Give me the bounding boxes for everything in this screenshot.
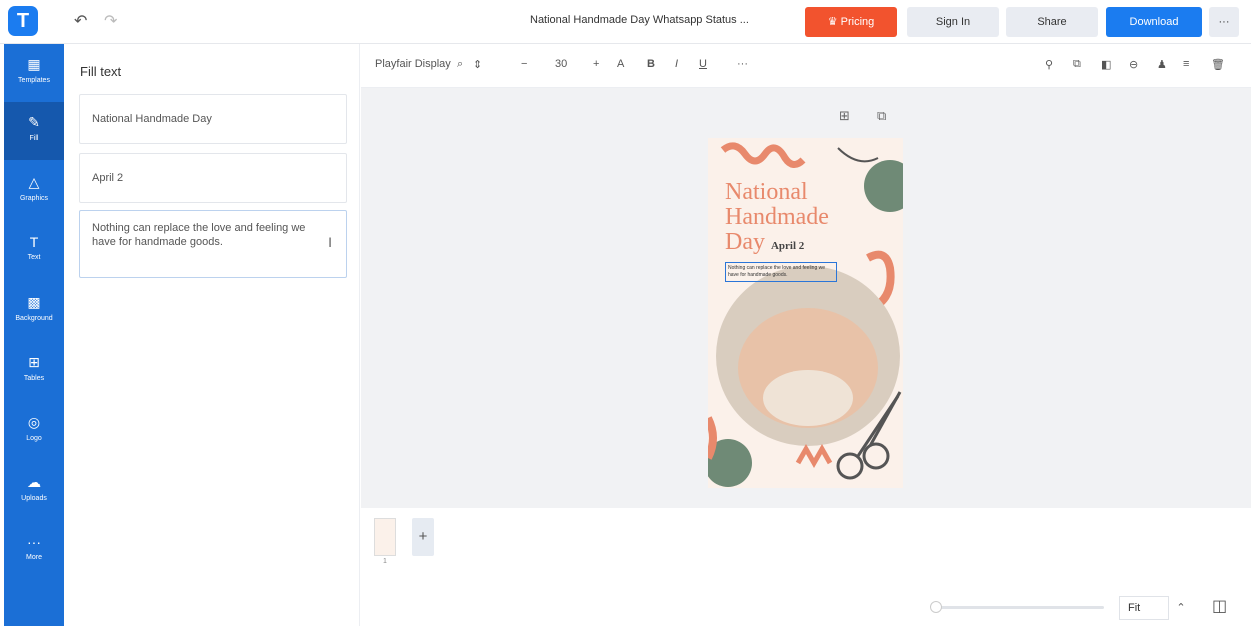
pricing-button[interactable]: ♛ Pricing bbox=[805, 7, 897, 37]
sidebar-item-fill[interactable]: ✎ Fill bbox=[4, 102, 64, 160]
font-size-input[interactable]: 30 bbox=[555, 58, 567, 70]
more-options-button[interactable]: ··· bbox=[1209, 7, 1239, 37]
table-icon: ⊞ bbox=[28, 354, 40, 370]
text-field-date[interactable]: April 2 bbox=[79, 153, 347, 203]
text-field-body-value: Nothing can replace the love and feeling… bbox=[92, 222, 306, 249]
grid-icon[interactable]: ⊞ bbox=[839, 108, 850, 124]
document-title[interactable]: National Handmade Day Whatsapp Status ..… bbox=[530, 14, 780, 26]
copy-icon[interactable]: ⧉ bbox=[1073, 58, 1081, 71]
text-cursor-icon: I bbox=[328, 234, 332, 250]
download-button[interactable]: Download bbox=[1106, 7, 1202, 37]
background-icon: ▩ bbox=[27, 294, 41, 310]
sidebar-item-templates[interactable]: ▦ Templates bbox=[4, 44, 64, 102]
zoom-slider-handle[interactable] bbox=[930, 601, 942, 613]
shapes-icon: △ bbox=[28, 174, 40, 190]
logo-icon: ◎ bbox=[27, 414, 41, 430]
text-toolbar: Playfair Display ⌕ ⇕ − 30 + A B I U ··· … bbox=[361, 44, 1251, 88]
canvas-area: ⊞ ⧉ National Handmade Day April 2 Nothin… bbox=[361, 88, 1251, 508]
panel-title: Fill text bbox=[80, 64, 122, 79]
fill-text-panel: Fill text National Handmade Day April 2 … bbox=[64, 44, 360, 626]
sidebar-item-tables[interactable]: ⊞ Tables bbox=[4, 342, 64, 400]
bold-icon[interactable]: B bbox=[647, 58, 655, 70]
decrease-size-button[interactable]: − bbox=[521, 58, 527, 70]
layer-icon[interactable]: ◧ bbox=[1101, 58, 1111, 71]
italic-icon[interactable]: I bbox=[675, 58, 678, 70]
design-title[interactable]: National Handmade Day April 2 bbox=[725, 180, 829, 255]
underline-icon[interactable]: U bbox=[699, 58, 707, 70]
upload-icon: ☁ bbox=[27, 474, 41, 490]
align-icon[interactable]: ≡ bbox=[1183, 58, 1189, 70]
format-paint-icon[interactable]: ⚲ bbox=[1045, 58, 1053, 71]
sidebar-item-graphics[interactable]: △ Graphics bbox=[4, 162, 64, 220]
more-icon: ··· bbox=[27, 534, 41, 550]
page-copy-icon[interactable]: ⧉ bbox=[877, 108, 886, 124]
top-bar: T ↶ ↷ National Handmade Day Whatsapp Sta… bbox=[0, 0, 1251, 44]
delete-icon[interactable]: 🗑 bbox=[1211, 58, 1225, 71]
font-family-select[interactable]: Playfair Display bbox=[375, 58, 451, 70]
add-page-button[interactable]: + bbox=[412, 518, 434, 556]
sidebar-item-text[interactable]: T Text bbox=[4, 222, 64, 280]
layers-icon[interactable]: ◫ bbox=[1212, 596, 1227, 616]
text-field-title[interactable]: National Handmade Day bbox=[79, 94, 347, 144]
increase-size-button[interactable]: + bbox=[593, 58, 599, 70]
sidebar-item-uploads[interactable]: ☁ Uploads bbox=[4, 462, 64, 520]
sidebar-item-more[interactable]: ··· More bbox=[4, 522, 64, 580]
text-color-icon[interactable]: A bbox=[617, 58, 624, 70]
design-page[interactable]: National Handmade Day April 2 Nothing ca… bbox=[708, 138, 903, 488]
sidebar-item-logo[interactable]: ◎ Logo bbox=[4, 402, 64, 460]
sign-in-button[interactable]: Sign In bbox=[907, 7, 999, 37]
design-date[interactable]: April 2 bbox=[771, 240, 804, 252]
page-thumbnail[interactable] bbox=[374, 518, 396, 556]
toolbar-more-button[interactable]: ··· bbox=[737, 58, 748, 70]
pricing-label: Pricing bbox=[840, 16, 875, 28]
pen-icon: ✎ bbox=[28, 114, 40, 130]
zoom-select[interactable]: Fit bbox=[1119, 596, 1169, 620]
zoom-slider[interactable] bbox=[936, 606, 1104, 609]
redo-icon[interactable]: ↷ bbox=[104, 11, 117, 31]
lock-icon[interactable]: ⊖ bbox=[1129, 58, 1138, 71]
font-stepper-icon[interactable]: ⇕ bbox=[473, 58, 482, 71]
templates-icon: ▦ bbox=[27, 56, 41, 72]
left-sidebar: ▦ Templates ✎ Fill △ Graphics T Text ▩ B… bbox=[4, 44, 64, 626]
share-button[interactable]: Share bbox=[1006, 7, 1098, 37]
text-field-body[interactable]: Nothing can replace the love and feeling… bbox=[79, 210, 347, 278]
page-number: 1 bbox=[383, 558, 387, 565]
undo-icon[interactable]: ↶ bbox=[74, 11, 87, 31]
crown-icon: ♛ bbox=[827, 16, 838, 28]
sidebar-item-background[interactable]: ▩ Background bbox=[4, 282, 64, 340]
app-logo[interactable]: T bbox=[8, 6, 38, 36]
design-body-text[interactable]: Nothing can replace the love and feeling… bbox=[725, 262, 837, 282]
text-icon: T bbox=[29, 234, 39, 250]
font-search-icon[interactable]: ⌕ bbox=[457, 58, 463, 71]
duplicate-icon[interactable]: ♟ bbox=[1157, 58, 1167, 71]
chevron-up-icon[interactable]: ⌃ bbox=[1170, 596, 1192, 620]
